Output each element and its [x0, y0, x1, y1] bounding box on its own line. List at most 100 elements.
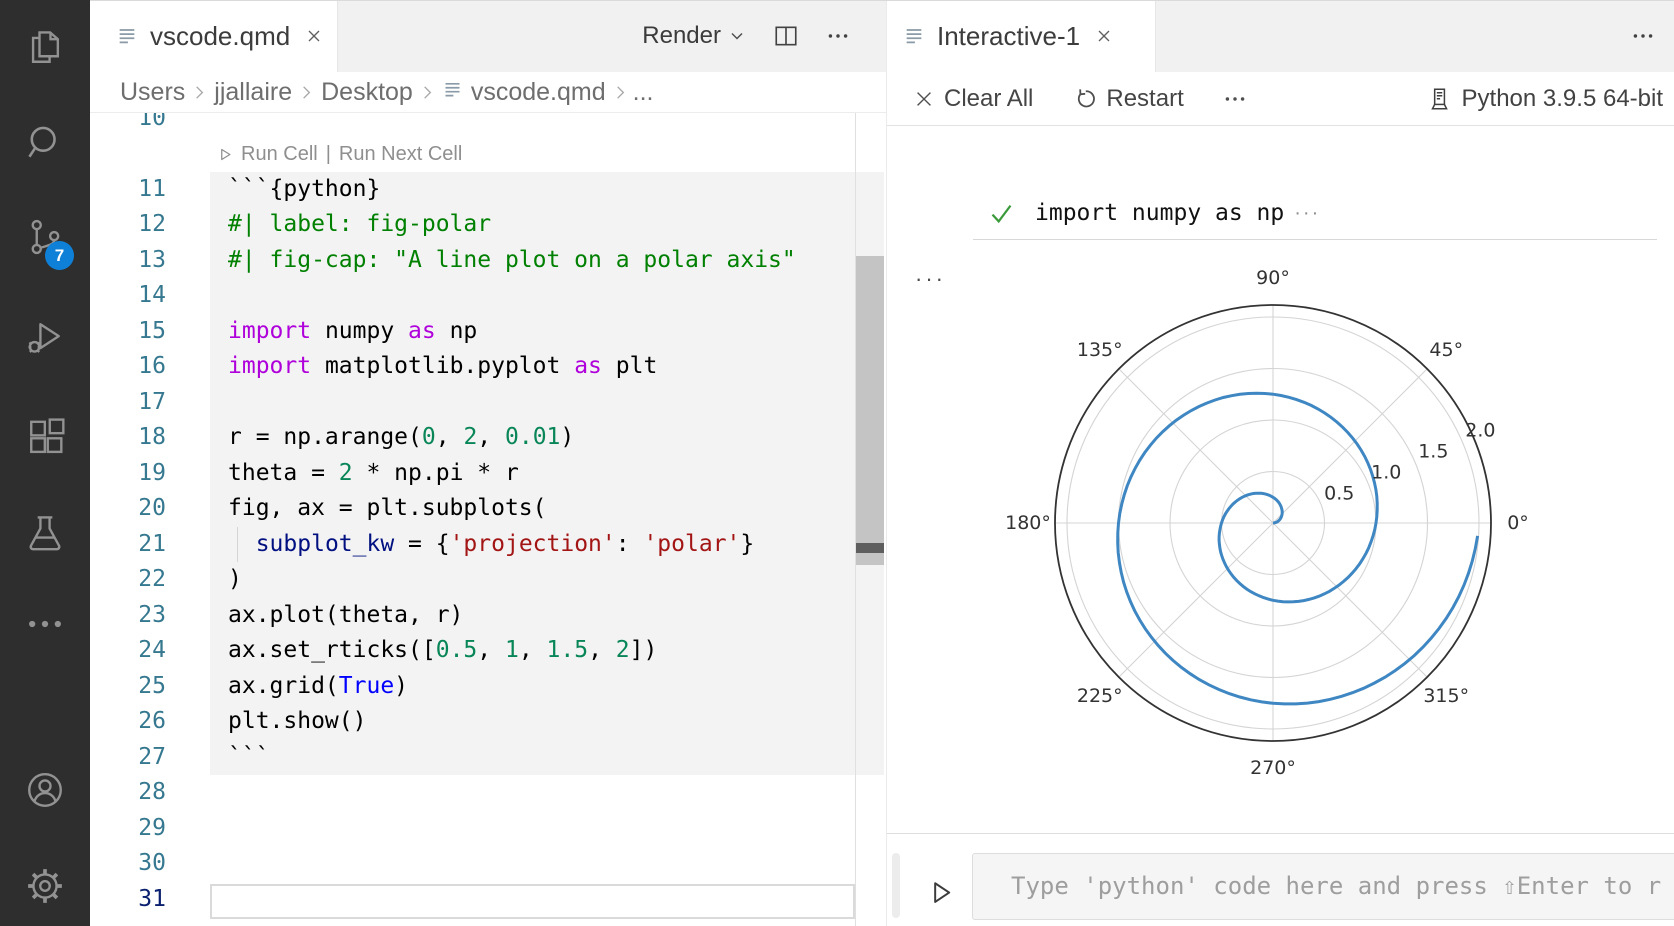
svg-text:90°: 90° — [1256, 267, 1290, 289]
breadcrumb-item[interactable]: Desktop — [321, 78, 413, 107]
run-debug-icon[interactable] — [23, 316, 67, 360]
scrollbar-thumb[interactable] — [856, 256, 884, 565]
line-number: 21 — [90, 527, 166, 563]
line-number: 19 — [90, 456, 166, 492]
svg-text:1.0: 1.0 — [1371, 462, 1401, 484]
tab-interactive-1[interactable]: Interactive-1 — [887, 0, 1156, 72]
line-number: 25 — [90, 669, 166, 705]
interactive-input-row: Type 'python' code here and press ⇧Enter… — [887, 833, 1674, 926]
toolbar-more-icon[interactable] — [1222, 86, 1248, 112]
line-number: 13 — [90, 243, 166, 279]
tab-vscode-qmd[interactable]: vscode.qmd — [90, 0, 338, 72]
editor-actions: Render — [642, 0, 851, 72]
breadcrumb-chevron-icon — [191, 84, 208, 101]
input-placeholder: Type 'python' code here and press ⇧Enter… — [1011, 854, 1661, 919]
chevron-down-icon — [727, 26, 747, 46]
qmd-file-icon — [116, 25, 138, 47]
line-number: 16 — [90, 349, 166, 385]
more-icon[interactable] — [23, 602, 67, 646]
breadcrumb-chevron-icon — [419, 84, 436, 101]
code-text: import matplotlib.pyplot as plt — [228, 349, 657, 385]
interactive-output: import numpy as np ··· ··· 0°45°90°135°1… — [887, 126, 1674, 833]
code-text: import numpy as np — [228, 314, 477, 350]
code-text: #| label: fig-polar — [228, 207, 491, 243]
clear-all-label: Clear All — [944, 85, 1033, 113]
interactive-panel: Interactive-1 Clear All — [886, 0, 1674, 926]
code-text: ) — [228, 562, 242, 598]
code-text: subplot_kw = {'projection': 'polar'} — [228, 527, 754, 563]
line-number: 24 — [90, 633, 166, 669]
line-number: 29 — [90, 811, 166, 847]
line-number: 27 — [90, 740, 166, 776]
code-text: theta = 2 * np.pi * r — [228, 456, 519, 492]
run-input-button[interactable] — [927, 878, 955, 911]
qmd-file-icon — [442, 78, 463, 107]
restart-label: Restart — [1106, 85, 1183, 113]
run-next-cell-link[interactable]: Run Next Cell — [339, 143, 462, 166]
run-cell-link[interactable]: Run Cell — [241, 143, 318, 166]
svg-text:1.5: 1.5 — [1418, 441, 1448, 463]
breadcrumb-ellipsis[interactable]: ... — [633, 78, 654, 107]
clear-icon — [913, 88, 935, 110]
line-number: 22 — [90, 562, 166, 598]
restart-button[interactable]: Restart — [1073, 85, 1183, 113]
vscode-window: 7 — [0, 0, 1674, 926]
svg-text:270°: 270° — [1250, 757, 1296, 779]
clear-all-button[interactable]: Clear All — [913, 85, 1033, 113]
breadcrumb-item[interactable]: vscode.qmd — [471, 78, 606, 107]
line-number: 15 — [90, 314, 166, 350]
kernel-icon — [1426, 86, 1452, 112]
extensions-icon[interactable] — [23, 413, 67, 457]
testing-icon[interactable] — [23, 511, 67, 555]
explorer-icon[interactable] — [23, 26, 67, 70]
breadcrumb-chevron-icon — [298, 84, 315, 101]
line-number: 30 — [90, 846, 166, 882]
editor-group: vscode.qmd Render Us — [90, 0, 886, 926]
close-icon[interactable] — [1094, 26, 1114, 46]
split-editor-icon[interactable] — [773, 23, 799, 49]
breadcrumb-item[interactable]: jjallaire — [214, 78, 292, 107]
codelens-separator: | — [326, 143, 331, 166]
search-icon[interactable] — [23, 121, 67, 165]
activity-bar: 7 — [0, 0, 90, 926]
svg-text:315°: 315° — [1423, 685, 1469, 707]
breadcrumb[interactable]: Users jjallaire Desktop vscode.qmd... — [90, 72, 886, 113]
panel-tab-bar: Interactive-1 — [887, 0, 1674, 72]
scm-badge: 7 — [45, 241, 74, 270]
run-icon — [218, 147, 233, 162]
line-number: 20 — [90, 491, 166, 527]
polar-plot: 0°45°90°135°180°225°270°315°0.51.01.52.0 — [887, 126, 1674, 833]
svg-text:180°: 180° — [1005, 512, 1051, 534]
line-number: 31 — [90, 882, 166, 918]
account-icon[interactable] — [23, 768, 67, 812]
overview-ruler-mark — [856, 543, 884, 553]
svg-text:135°: 135° — [1077, 339, 1123, 361]
close-icon[interactable] — [304, 26, 324, 46]
render-button[interactable]: Render — [642, 22, 747, 50]
svg-text:0.5: 0.5 — [1324, 483, 1354, 505]
editor-more-icon[interactable] — [825, 23, 851, 49]
line-number: 18 — [90, 420, 166, 456]
kernel-label: Python 3.9.5 64-bit — [1462, 85, 1663, 113]
settings-gear-icon[interactable] — [23, 864, 67, 908]
tab-label: vscode.qmd — [150, 21, 290, 52]
editor-tab-bar: vscode.qmd Render — [90, 0, 886, 72]
code-text: ```{python} — [228, 172, 380, 208]
line-number: 17 — [90, 385, 166, 421]
run-cell-codelens[interactable]: Run Cell | Run Next Cell — [218, 136, 462, 172]
svg-text:45°: 45° — [1429, 339, 1463, 361]
line-number: 23 — [90, 598, 166, 634]
svg-text:0°: 0° — [1507, 512, 1529, 534]
line-number: 26 — [90, 704, 166, 740]
code-text: #| fig-cap: "A line plot on a polar axis… — [228, 243, 796, 279]
code-input-field[interactable]: Type 'python' code here and press ⇧Enter… — [972, 853, 1674, 920]
breadcrumb-item[interactable]: Users — [120, 78, 185, 107]
play-icon — [927, 878, 955, 906]
code-text: plt.show() — [228, 704, 366, 740]
input-scroll-pill — [892, 853, 900, 918]
kernel-indicator[interactable]: Python 3.9.5 64-bit — [1426, 72, 1663, 126]
code-editor[interactable]: 10Run Cell|Run Next Cell11```{python}12#… — [90, 113, 886, 926]
window-top-border — [90, 0, 1674, 1]
panel-more-icon[interactable] — [1630, 0, 1656, 72]
editor-scrollbar[interactable] — [856, 113, 884, 926]
